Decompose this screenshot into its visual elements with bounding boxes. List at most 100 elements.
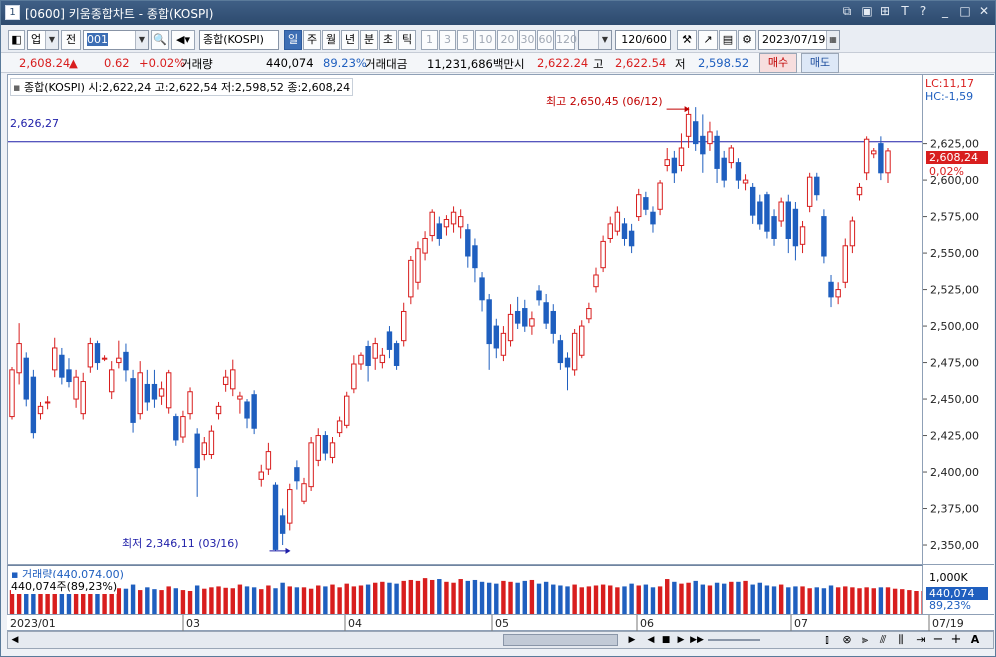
volume-bar bbox=[871, 588, 876, 614]
fast-forward-icon[interactable]: ▶▶ bbox=[689, 632, 705, 648]
play-back-icon[interactable]: ◀ bbox=[644, 632, 658, 648]
candle bbox=[664, 147, 670, 172]
candle bbox=[329, 437, 336, 464]
copy-icon[interactable]: ▣ bbox=[859, 4, 875, 18]
menu-icon[interactable]: ◧ bbox=[8, 30, 25, 50]
draw-icon[interactable]: ↗ bbox=[698, 30, 718, 50]
sell-button[interactable]: 매도 bbox=[801, 53, 839, 73]
date-field[interactable]: 2023/07/19 ▦ bbox=[758, 30, 840, 50]
interval-20[interactable]: 20 bbox=[497, 30, 518, 50]
stop-icon[interactable]: ■ bbox=[659, 632, 673, 648]
market-select[interactable]: 업 ▼ bbox=[27, 30, 59, 50]
period-month[interactable]: 월 bbox=[322, 30, 340, 50]
volume-bar bbox=[173, 588, 179, 614]
calendar-icon[interactable]: ▦ bbox=[826, 31, 839, 49]
interval-30[interactable]: 30 bbox=[519, 30, 536, 50]
search-icon[interactable]: 🔍 bbox=[151, 30, 169, 50]
volume-bar bbox=[750, 584, 755, 614]
y-tick-label: 2,450,00 bbox=[930, 393, 979, 406]
candle bbox=[351, 355, 357, 394]
play-icon[interactable]: ▶ bbox=[674, 632, 688, 648]
period-day[interactable]: 일 bbox=[284, 30, 302, 50]
candle bbox=[885, 147, 891, 184]
chevron-down-icon[interactable]: ▼ bbox=[598, 31, 611, 49]
window-number[interactable]: 1 bbox=[5, 5, 20, 20]
volume-bar bbox=[764, 585, 770, 614]
prev-button[interactable]: 전 bbox=[61, 30, 81, 50]
zoom-in-icon[interactable]: + bbox=[948, 632, 964, 648]
close-icon[interactable]: ✕ bbox=[976, 4, 992, 18]
count-field[interactable]: 120/600 bbox=[615, 30, 671, 50]
buy-button[interactable]: 매수 bbox=[759, 53, 797, 73]
minimize-icon[interactable]: _ bbox=[937, 4, 953, 18]
open-label: 시 bbox=[514, 57, 525, 71]
candle bbox=[450, 206, 457, 233]
text-icon[interactable]: T bbox=[897, 4, 913, 18]
candle bbox=[878, 136, 884, 181]
period-week[interactable]: 주 bbox=[303, 30, 321, 50]
lc-label: LC:11,17 bbox=[925, 77, 975, 90]
overlay-icon[interactable]: ⫸ bbox=[856, 632, 874, 648]
chevron-down-icon[interactable]: ▼ bbox=[45, 31, 58, 49]
scroll-thumb[interactable] bbox=[503, 634, 618, 646]
sound-icon[interactable]: ◀▾ bbox=[171, 30, 195, 50]
gear-icon[interactable]: ⚙ bbox=[738, 30, 756, 50]
volume-bar bbox=[501, 580, 506, 614]
candle-type-icon[interactable]: ⫾ bbox=[818, 632, 836, 648]
volume-bar bbox=[665, 579, 670, 614]
code-input[interactable]: 001 ▼ bbox=[83, 30, 149, 50]
interval-select[interactable]: ▼ bbox=[578, 30, 612, 50]
chevron-down-icon[interactable]: ▼ bbox=[135, 31, 148, 49]
help-icon[interactable]: ? bbox=[915, 4, 931, 18]
candle bbox=[308, 437, 314, 492]
candle bbox=[265, 442, 272, 475]
chart-scrollbar[interactable]: ◀ ▶ ◀ ■ ▶ ▶▶ ⫾ ⊗ ⫸ ⫻ ⫼ ⇥ − + A bbox=[7, 631, 994, 649]
compare-icon[interactable]: ⫼ bbox=[892, 632, 910, 648]
volume-bar bbox=[593, 585, 599, 614]
pin-icon[interactable]: ⊞ bbox=[877, 4, 893, 18]
interval-120[interactable]: 120 bbox=[555, 30, 577, 50]
candle bbox=[237, 391, 243, 414]
interval-60[interactable]: 60 bbox=[537, 30, 554, 50]
save-icon[interactable]: ▤ bbox=[719, 30, 737, 50]
candle bbox=[678, 133, 685, 172]
volume-bar bbox=[921, 591, 926, 614]
scroll-left-icon[interactable]: ◀ bbox=[8, 632, 22, 648]
x-tick-label: 03 bbox=[186, 617, 200, 630]
name-field[interactable]: 종합(KOSPI) bbox=[199, 30, 279, 50]
volume-bar bbox=[451, 582, 456, 614]
interval-10[interactable]: 10 bbox=[475, 30, 496, 50]
scroll-end-icon[interactable]: ⇥ bbox=[912, 632, 930, 648]
period-minute[interactable]: 분 bbox=[360, 30, 378, 50]
layout-icon[interactable]: ⧉ bbox=[839, 4, 855, 19]
speed-slider[interactable] bbox=[708, 639, 760, 641]
auto-scale-icon[interactable]: A bbox=[966, 632, 984, 648]
candle bbox=[130, 369, 136, 433]
interval-1[interactable]: 1 bbox=[421, 30, 438, 50]
candle bbox=[700, 114, 706, 173]
candle bbox=[593, 267, 599, 293]
maximize-icon[interactable]: □ bbox=[957, 4, 973, 18]
candle bbox=[9, 366, 15, 420]
interval-3[interactable]: 3 bbox=[439, 30, 456, 50]
indicator-icon[interactable]: ⊗ bbox=[838, 632, 856, 648]
high-label: 고 bbox=[593, 57, 604, 71]
candle bbox=[272, 482, 279, 551]
interval-5[interactable]: 5 bbox=[457, 30, 474, 50]
scroll-right-icon[interactable]: ▶ bbox=[625, 632, 639, 648]
candle bbox=[529, 311, 535, 335]
zoom-out-icon[interactable]: − bbox=[930, 632, 946, 648]
candlestick-svg bbox=[8, 106, 922, 554]
volume-bar bbox=[800, 586, 805, 614]
period-tick[interactable]: 틱 bbox=[398, 30, 416, 50]
volume-bar bbox=[629, 583, 634, 614]
tools-icon[interactable]: ⚒ bbox=[677, 30, 697, 50]
volume-bar bbox=[679, 583, 684, 614]
volume-label: 거래량 bbox=[181, 57, 213, 71]
period-second[interactable]: 초 bbox=[379, 30, 397, 50]
period-year[interactable]: 년 bbox=[341, 30, 359, 50]
candle bbox=[87, 337, 94, 373]
pattern-icon[interactable]: ⫻ bbox=[874, 632, 892, 648]
volume-chart[interactable]: ▪ 거래량(440,074,00) 440,074주(89,23%) bbox=[7, 565, 933, 615]
price-chart[interactable]: ▪ 종합(KOSPI) 시:2,622,24 고:2,622,54 저:2,59… bbox=[7, 74, 923, 565]
